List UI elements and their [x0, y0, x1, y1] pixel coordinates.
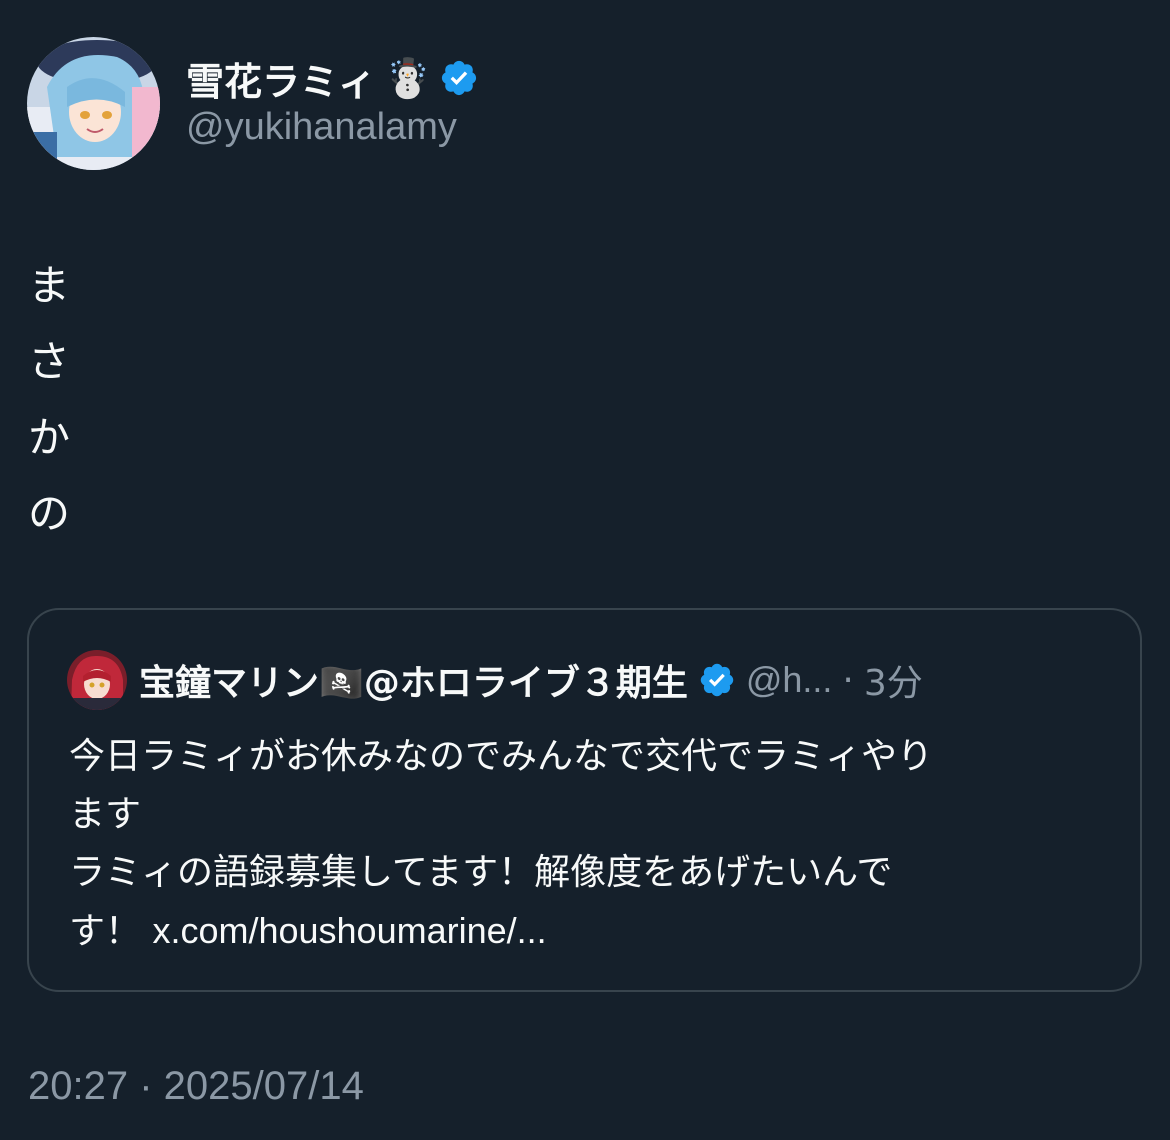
tweet-line: さ — [28, 337, 71, 386]
quoted-time-ago[interactable]: 3分 — [864, 654, 923, 706]
tweet-line: ま — [28, 261, 71, 310]
quoted-text-line: ラミィの語録募集してます！解像度をあげたいんで — [69, 852, 893, 893]
author-avatar[interactable] — [27, 37, 160, 170]
quoted-tweet-header: 宝鐘マリン🏴‍☠️@ホロライブ３期生 @h... · 3分 — [139, 650, 923, 710]
quoted-text-line: 今日ラミィがお休みなのでみんなで交代でラミィやり — [69, 736, 934, 777]
quoted-separator: · — [842, 659, 854, 701]
verified-badge-icon — [698, 661, 736, 699]
quoted-text-line-last: す！ x.com/houshoumarine/... — [69, 902, 1109, 960]
quoted-tweet-text: 今日ラミィがお休みなのでみんなで交代でラミィやり ます ラミィの語録募集してます… — [69, 728, 1109, 960]
quoted-text-prefix: す！ — [69, 911, 153, 952]
quoted-text-line: ます — [69, 794, 142, 835]
quoted-author-avatar[interactable] — [67, 650, 127, 710]
author-display-name[interactable]: 雪花ラミィ ☃️ — [186, 52, 479, 104]
quoted-link[interactable]: x.com/houshoumarine/... — [152, 910, 546, 951]
tweet-line: の — [28, 489, 71, 538]
tweet-text: ま さ か の — [28, 248, 228, 552]
quoted-author-name[interactable]: 宝鐘マリン🏴‍☠️@ホロライブ３期生 — [139, 654, 688, 706]
verified-badge-icon — [439, 58, 479, 98]
tweet-line: か — [28, 413, 71, 462]
author-name-text: 雪花ラミィ — [186, 59, 377, 104]
quoted-tweet-card[interactable]: 宝鐘マリン🏴‍☠️@ホロライブ３期生 @h... · 3分 今日ラミィがお休みな… — [27, 608, 1142, 992]
quoted-author-handle[interactable]: @h... — [746, 659, 833, 701]
tweet-timestamp[interactable]: 20:27 · 2025/07/14 — [28, 1064, 364, 1109]
snowman-emoji-icon: ☃️ — [384, 55, 432, 100]
author-handle[interactable]: @yukihanalamy — [186, 106, 457, 149]
